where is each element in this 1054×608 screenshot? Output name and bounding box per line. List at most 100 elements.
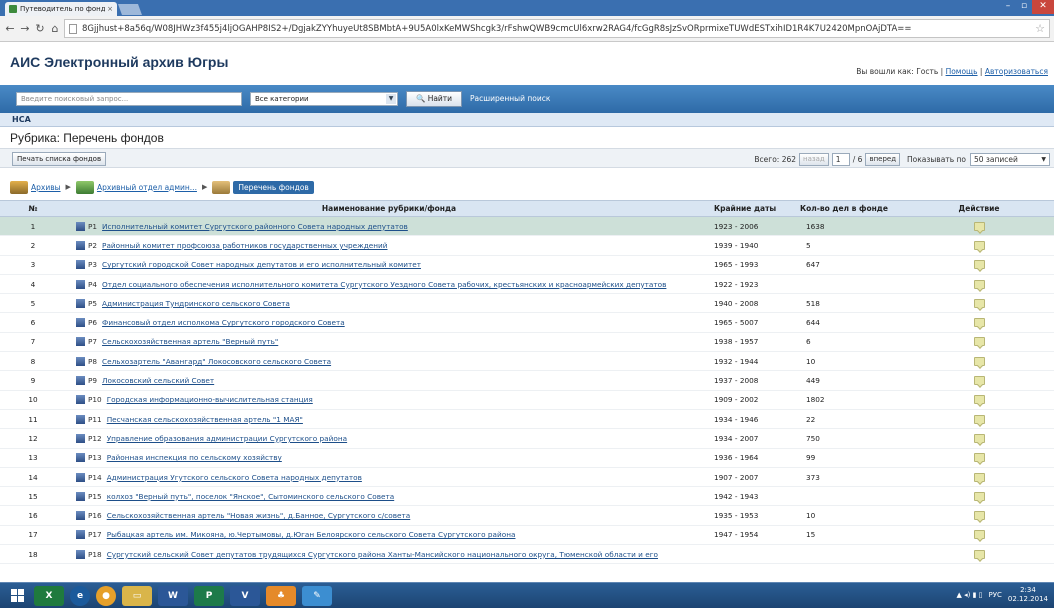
- page-size-label: Показывать по: [907, 154, 966, 164]
- table-row[interactable]: 13 Р13 Районная инспекция по сельскому хоз…: [0, 449, 1054, 468]
- paint-icon[interactable]: ✎: [302, 585, 332, 606]
- fund-link[interactable]: Городская информационно-вычислительная с…: [107, 395, 313, 404]
- address-bar[interactable]: 8Gjjhust+8a56q/W08JHWz3f455j4ljOGAHP8IS2…: [64, 19, 1050, 38]
- comment-icon[interactable]: [973, 433, 985, 443]
- comment-icon[interactable]: [973, 318, 985, 328]
- table-row[interactable]: 18 Р18 Сургутский сельский Совет депутатов…: [0, 545, 1054, 565]
- comment-icon[interactable]: [973, 240, 985, 250]
- browser-tab[interactable]: Путеводитель по фондам ×: [5, 2, 117, 16]
- fund-link[interactable]: колхоз "Верный путь", поселок "Янское", …: [107, 492, 395, 501]
- fund-link[interactable]: Сельскохозяйственная артель "Верный путь…: [102, 337, 278, 346]
- comment-icon[interactable]: [973, 260, 985, 270]
- tab-close-icon[interactable]: ×: [107, 5, 113, 13]
- table-row[interactable]: 14 Р14 Администрация Угутского сельского С…: [0, 468, 1054, 488]
- help-link[interactable]: Помощь: [946, 67, 978, 76]
- table-row[interactable]: 8 Р8 Сельхозартель "Авангард" Локосовского…: [0, 352, 1054, 372]
- fund-icon: [76, 511, 85, 521]
- comment-icon[interactable]: [973, 511, 985, 521]
- nca-link[interactable]: НСА: [12, 115, 31, 124]
- page-size-select[interactable]: 50 записей ▼: [970, 152, 1050, 166]
- advanced-search-link[interactable]: Расширенный поиск: [470, 94, 550, 103]
- explorer-icon[interactable]: ▭: [122, 585, 152, 606]
- fund-icon: [76, 530, 85, 540]
- new-tab-button[interactable]: [117, 4, 143, 15]
- comment-icon[interactable]: [973, 221, 985, 231]
- bookmark-star-icon[interactable]: ☆: [1035, 22, 1045, 35]
- comment-icon[interactable]: [973, 414, 985, 424]
- page-number-input[interactable]: 1: [831, 152, 850, 166]
- word-icon[interactable]: W: [158, 585, 188, 606]
- comment-icon[interactable]: [973, 395, 985, 405]
- fund-link[interactable]: Администрация Угутского сельского Совета…: [107, 473, 362, 482]
- table-row[interactable]: 3 Р3 Сургутский городской Совет народных д…: [0, 256, 1054, 275]
- chrome-icon[interactable]: ●: [96, 585, 116, 606]
- table-row[interactable]: 1 Р1 Исполнительный комитет Сургутского ра…: [0, 217, 1054, 237]
- fund-link[interactable]: Сельскохозяйственная артель "Новая жизнь…: [107, 511, 411, 520]
- minimize-icon[interactable]: –: [1000, 0, 1016, 14]
- comment-icon[interactable]: [973, 491, 985, 501]
- home-icon[interactable]: ⌂: [49, 22, 61, 35]
- language-indicator[interactable]: РУС: [989, 591, 1002, 599]
- comment-icon[interactable]: [973, 337, 985, 347]
- comment-icon[interactable]: [973, 376, 985, 386]
- tray-icons[interactable]: ▲ ◂) ▮ ▯: [957, 591, 983, 599]
- table-row[interactable]: 10 Р10 Городская информационно-вычислитель…: [0, 391, 1054, 410]
- search-button[interactable]: 🔍 Найти: [406, 91, 462, 107]
- fund-link[interactable]: Сельхозартель "Авангард" Локосовского се…: [102, 357, 331, 366]
- fund-link[interactable]: Сургутский городской Совет народных депу…: [102, 260, 421, 269]
- login-link[interactable]: Авторизоваться: [985, 67, 1048, 76]
- fund-link[interactable]: Администрация Тундринского сельского Сов…: [102, 299, 290, 308]
- excel-icon[interactable]: X: [34, 585, 64, 606]
- breadcrumb-archives[interactable]: Архивы: [31, 183, 61, 192]
- chevron-down-icon[interactable]: ▼: [386, 94, 396, 104]
- visio-icon[interactable]: V: [230, 585, 260, 606]
- comment-icon[interactable]: [973, 356, 985, 366]
- table-row[interactable]: 6 Р6 Финансовый отдел исполкома Сургутског…: [0, 313, 1054, 333]
- table-row[interactable]: 17 Р17 Рыбацкая артель им. Микояна, ю.Черт…: [0, 526, 1054, 546]
- fund-link[interactable]: Песчанская сельскохозяйственная артель "…: [107, 415, 303, 424]
- forward-icon[interactable]: →: [19, 22, 31, 35]
- table-row[interactable]: 4 Р4 Отдел социального обеспечения исполни…: [0, 275, 1054, 295]
- fund-link[interactable]: Финансовый отдел исполкома Сургутского г…: [102, 318, 345, 327]
- ie-icon[interactable]: e: [70, 585, 90, 606]
- print-list-button[interactable]: Печать списка фондов: [12, 152, 107, 166]
- table-row[interactable]: 2 Р2 Районный комитет профсоюза работников…: [0, 236, 1054, 256]
- fund-link[interactable]: Отдел социального обеспечения исполнител…: [102, 280, 666, 289]
- comment-icon[interactable]: [973, 472, 985, 482]
- fund-link[interactable]: Локосовский сельский Совет: [102, 376, 214, 385]
- fund-link[interactable]: Районная инспекция по сельскому хозяйств…: [107, 453, 282, 462]
- next-page-button[interactable]: вперед: [865, 152, 901, 166]
- table-row[interactable]: 9 Р9 Локосовский сельский Совет 1937 - 2008…: [0, 371, 1054, 391]
- table-row[interactable]: 12 Р12 Управление образования администраци…: [0, 429, 1054, 449]
- comment-icon[interactable]: [973, 298, 985, 308]
- table-row[interactable]: 15 Р15 колхоз "Верный путь", поселок "Янск…: [0, 487, 1054, 507]
- table-row[interactable]: 11 Р11 Песчанская сельскохозяйственная арт…: [0, 410, 1054, 430]
- comment-icon[interactable]: [973, 530, 985, 540]
- breadcrumb-department[interactable]: Архивный отдел админ...: [97, 183, 197, 192]
- category-select[interactable]: Все категории ▼: [250, 92, 398, 106]
- maximize-icon[interactable]: ▫: [1016, 0, 1032, 14]
- comment-icon[interactable]: [973, 549, 985, 559]
- comment-icon[interactable]: [973, 453, 985, 463]
- reload-icon[interactable]: ↻: [34, 22, 46, 35]
- row-name-cell: Р12 Управление образования администрации …: [66, 429, 702, 447]
- row-count: 750: [806, 433, 820, 443]
- prev-page-button[interactable]: назад: [799, 152, 829, 166]
- close-window-icon[interactable]: ✕: [1032, 0, 1054, 14]
- fund-link[interactable]: Управление образования администрации Сур…: [107, 434, 347, 443]
- fund-link[interactable]: Рыбацкая артель им. Микояна, ю.Чертымовы…: [107, 530, 516, 539]
- app-icon[interactable]: ♣: [266, 585, 296, 606]
- publisher-icon[interactable]: P: [194, 585, 224, 606]
- comment-icon[interactable]: [973, 279, 985, 289]
- table-row[interactable]: 16 Р16 Сельскохозяйственная артель "Новая …: [0, 506, 1054, 526]
- fund-link[interactable]: Исполнительный комитет Сургутского район…: [102, 222, 408, 231]
- table-row[interactable]: 7 Р7 Сельскохозяйственная артель "Верный п…: [0, 333, 1054, 353]
- fund-link[interactable]: Сургутский сельский Совет депутатов труд…: [107, 550, 658, 559]
- search-input[interactable]: Введите поисковый запрос...: [16, 92, 242, 106]
- back-icon[interactable]: ←: [4, 22, 16, 35]
- browser-toolbar: ← → ↻ ⌂ 8Gjjhust+8a56q/W08JHWz3f455j4ljO…: [0, 16, 1054, 42]
- start-button[interactable]: [6, 586, 28, 606]
- table-row[interactable]: 5 Р5 Администрация Тундринского сельского …: [0, 294, 1054, 314]
- clock[interactable]: 2:34 02.12.2014: [1008, 586, 1048, 604]
- fund-link[interactable]: Районный комитет профсоюза работников го…: [102, 241, 387, 250]
